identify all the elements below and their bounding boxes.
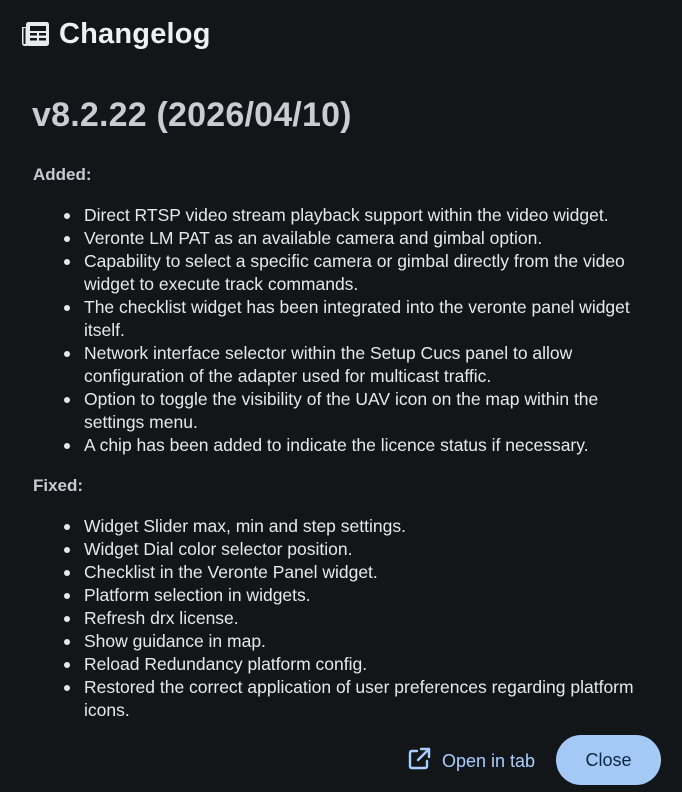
section-label-fixed: Fixed:: [33, 476, 84, 495]
list-item: Reload Redundancy platform config.: [0, 653, 650, 676]
dialog-actions: Open in tab Close: [0, 716, 682, 792]
open-in-tab-label: Open in tab: [442, 750, 536, 771]
list-item: Widget Dial color selector position.: [0, 538, 650, 561]
list-item: Widget Slider max, min and step settings…: [0, 515, 650, 538]
list-item: Capability to select a specific camera o…: [0, 250, 650, 296]
changelog-scroll-area[interactable]: v8.2.22 (2026/04/10) Added: Direct RTSP …: [0, 88, 682, 716]
added-list: Direct RTSP video stream playback suppor…: [0, 204, 650, 457]
list-item: Checklist in the Veronte Panel widget.: [0, 561, 650, 584]
section-label-added: Added:: [33, 165, 92, 184]
list-item: Show guidance in map.: [0, 630, 650, 653]
release-version-title: v8.2.22 (2026/04/10): [32, 96, 352, 134]
list-item: A chip has been added to indicate the li…: [0, 434, 650, 457]
list-item: Veronte LM PAT as an available camera an…: [0, 227, 650, 250]
list-item: Network interface selector within the Se…: [0, 342, 650, 388]
list-item: Refresh drx license.: [0, 607, 650, 630]
changelog-dialog: Changelog v8.2.22 (2026/04/10) Added: Di…: [0, 0, 682, 792]
list-item: Option to toggle the visibility of the U…: [0, 388, 650, 434]
dialog-title: Changelog: [59, 17, 211, 50]
list-item: The checklist widget has been integrated…: [0, 296, 650, 342]
list-item: Direct RTSP video stream playback suppor…: [0, 204, 650, 227]
dialog-header: Changelog: [20, 14, 211, 54]
close-button[interactable]: Close: [556, 735, 661, 785]
fixed-list: Widget Slider max, min and step settings…: [0, 515, 650, 716]
list-item: Restored the correct application of user…: [0, 676, 650, 716]
list-item: Platform selection in widgets.: [0, 584, 650, 607]
open-in-tab-button[interactable]: Open in tab: [406, 746, 535, 776]
external-link-icon: [406, 746, 432, 777]
changelog-list-icon: [20, 20, 51, 48]
